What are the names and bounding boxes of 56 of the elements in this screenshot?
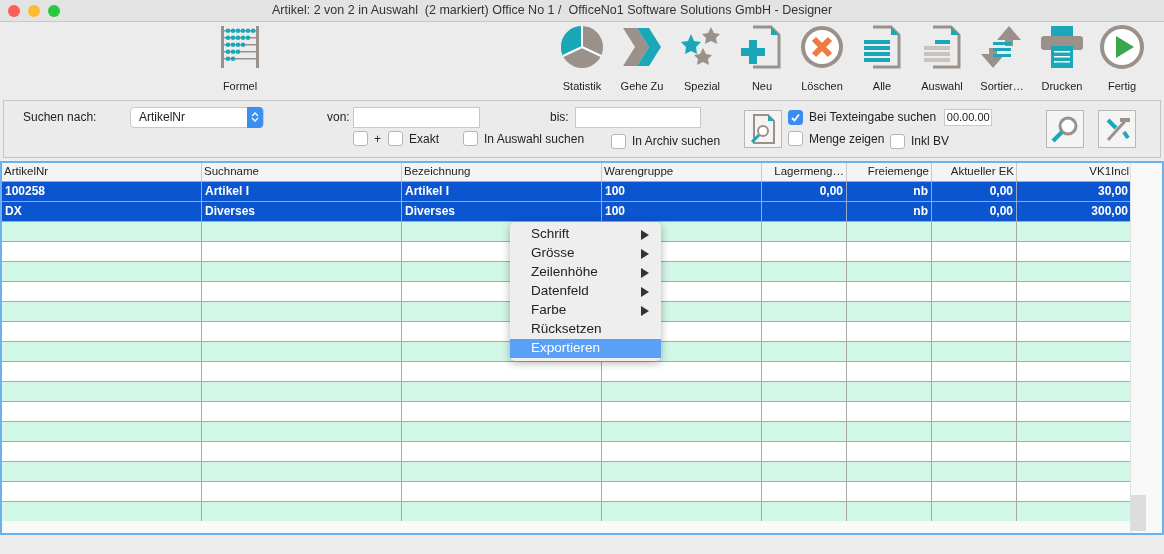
maximize-window-icon[interactable] [48,4,60,17]
search-document-button[interactable] [744,110,782,148]
checkbox[interactable] [890,133,905,149]
menu-item[interactable]: Schrift [510,225,661,244]
menu-item[interactable]: Datenfeld [510,282,661,301]
toolbar-button[interactable]: Spezial [672,24,732,95]
search-by-label: Suchen nach: [23,109,98,126]
toolbar-button[interactable]: Löschen [792,24,852,95]
checkbox-label: Exakt [409,130,439,148]
checkbox[interactable] [463,131,478,146]
menu-item[interactable]: Farbe [510,301,661,320]
date-field[interactable]: 00.00.00 [944,108,993,126]
toolbar-button[interactable]: Formel [210,24,270,95]
menu-item[interactable]: Zeilenhöhe [510,263,661,282]
checkbox-label: In Archiv suchen [632,133,721,150]
checkbox-label: In Auswahl suchen [484,130,585,148]
checkbox-label: Bei Texteingabe suchen [809,109,937,126]
to-field[interactable] [575,106,701,128]
checkbox-label: Inkl BV [911,133,949,150]
field-select[interactable]: ArtikelNr [130,106,264,128]
from-label: von: [327,109,351,126]
document-search-icon [748,113,778,145]
play-icon [1099,24,1145,70]
toolbar-button[interactable]: Statistik [552,24,612,95]
checkbox[interactable] [611,133,626,149]
checkbox[interactable] [788,109,803,125]
checkbox-label: Menge zeigen [809,130,885,148]
table-row[interactable]: DX Diverses Diverses 100 nb 0,00 300,00 [2,201,1130,221]
checkmark-icon [790,111,801,123]
to-label: bis: [550,109,570,126]
toolbar-button[interactable]: Sortier… [972,24,1032,95]
search-button[interactable] [1046,110,1084,148]
toolbar-button[interactable]: Alle [852,24,912,95]
toolbar-button[interactable]: Gehe Zu [612,24,672,95]
menu-item[interactable]: Rücksetzen [510,320,661,339]
pie-chart-icon [559,24,605,70]
toolbar-button[interactable]: Fertig [1092,24,1152,95]
toolbar-button[interactable]: Auswahl [912,24,972,95]
toolbar-button[interactable]: Neu [732,24,792,95]
checkbox[interactable] [388,131,403,146]
menu-item[interactable]: Grösse [510,244,661,263]
checkbox-label: + [374,130,381,148]
minimize-window-icon[interactable] [28,4,40,17]
delete-icon [799,24,845,70]
toolbar-button[interactable]: Drucken [1032,24,1092,95]
search-icon [1050,114,1080,144]
window-title: Artikel: 2 von 2 in Auswahl (2 markiert) Office No 1 / OfficeNo1 Software Solutions GmbH - Designer [272,2,833,20]
from-field[interactable] [353,106,480,128]
printer-icon [1039,24,1085,70]
stepper-icon [247,106,263,128]
checkbox[interactable] [788,131,803,146]
scrollbar[interactable] [1130,163,1146,533]
tools-button[interactable] [1098,110,1136,148]
close-window-icon[interactable] [8,4,20,17]
checkbox[interactable] [353,131,368,146]
table-row[interactable]: 100258 Artikel I Artikel I 100 0,00 nb 0,00 30,00 [2,181,1130,201]
